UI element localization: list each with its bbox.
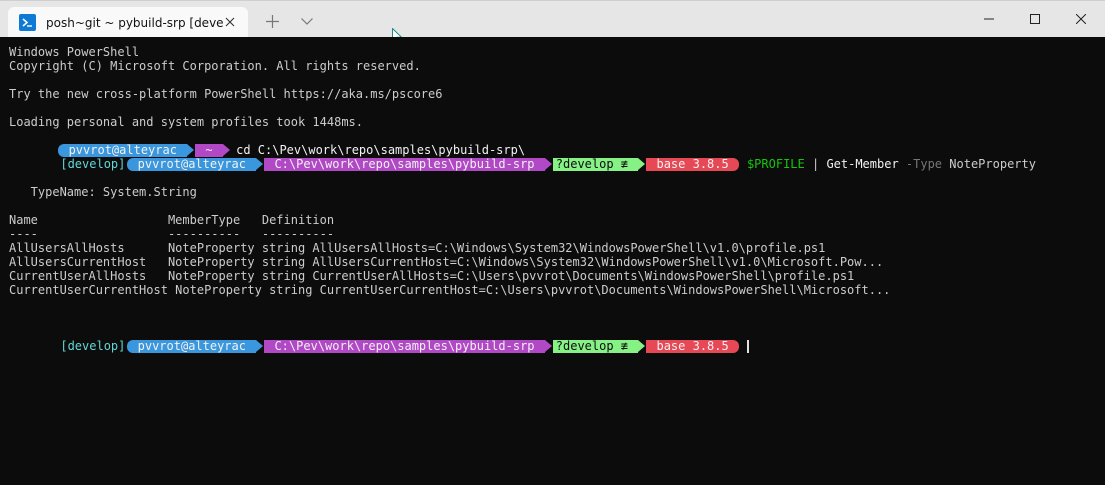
git-branch-label: [develop] bbox=[60, 339, 126, 353]
output-line: ---- ---------- ---------- bbox=[9, 227, 335, 241]
close-tab-icon[interactable] bbox=[222, 14, 238, 30]
minimize-button[interactable] bbox=[966, 1, 1012, 37]
minimize-icon bbox=[984, 18, 994, 20]
conda-env-segment: base 3.8.5 bbox=[646, 158, 739, 171]
prompt-dir-segment: C:\Pev\work\repo\samples\pybuild-srp bbox=[264, 157, 552, 171]
tab-title: posh~git ~ pybuild-srp [develop] bbox=[46, 15, 224, 30]
command-pipe: | bbox=[804, 157, 827, 171]
prompt-user: pvvrot@alteyrac bbox=[130, 157, 254, 171]
terminal-window: posh~git ~ pybuild-srp [develop] Windows… bbox=[0, 0, 1105, 485]
conda-env: base 3.8.5 bbox=[649, 157, 736, 171]
prompt-user-segment: pvvrot@alteyrac bbox=[127, 157, 264, 171]
output-line: CurrentUserAllHosts NoteProperty string … bbox=[9, 269, 855, 283]
git-status: ?develop ≢ bbox=[555, 339, 636, 353]
output-line: AllUsersAllHosts NoteProperty string All… bbox=[9, 241, 826, 255]
banner-line: Windows PowerShell bbox=[9, 45, 140, 59]
prompt-dir: C:\Pev\work\repo\samples\pybuild-srp bbox=[267, 157, 542, 171]
powershell-icon bbox=[19, 14, 36, 31]
output-line: CurrentUserCurrentHost NoteProperty stri… bbox=[9, 283, 891, 297]
output-line: Name MemberType Definition bbox=[9, 213, 335, 227]
terminal-output[interactable]: Windows PowerShell Copyright (C) Microso… bbox=[0, 37, 1105, 485]
conda-env: base 3.8.5 bbox=[649, 339, 736, 353]
prompt-user-segment: pvvrot@alteyrac bbox=[127, 339, 264, 353]
text-cursor bbox=[746, 340, 749, 353]
prompt-user: pvvrot@alteyrac bbox=[130, 339, 254, 353]
prompt-dir-segment: C:\Pev\work\repo\samples\pybuild-srp bbox=[264, 339, 552, 353]
close-window-button[interactable] bbox=[1058, 1, 1104, 37]
chevron-down-icon[interactable] bbox=[297, 11, 317, 31]
command-parameter: -Type bbox=[898, 157, 943, 171]
banner-line: Loading personal and system profiles too… bbox=[9, 115, 364, 129]
git-branch-label: [develop] bbox=[60, 157, 126, 171]
banner-line: Copyright (C) Microsoft Corporation. All… bbox=[9, 59, 421, 73]
output-line: TypeName: System.String bbox=[9, 185, 197, 199]
prompt-dir: C:\Pev\work\repo\samples\pybuild-srp bbox=[267, 339, 542, 353]
tab-posh-git[interactable]: posh~git ~ pybuild-srp [develop] bbox=[8, 7, 248, 38]
maximize-icon bbox=[1030, 14, 1040, 24]
maximize-button[interactable] bbox=[1012, 1, 1058, 37]
new-tab-icon[interactable] bbox=[262, 11, 282, 31]
command-argument: NoteProperty bbox=[942, 157, 1036, 171]
banner-line: Try the new cross-platform PowerShell ht… bbox=[9, 87, 443, 101]
prompt-line-3: [develop] pvvrot@alteyrac C:\Pev\work\re… bbox=[9, 325, 749, 353]
git-status-segment: ?develop ≢ bbox=[552, 157, 646, 171]
output-line: AllUsersCurrentHost NoteProperty string … bbox=[9, 255, 884, 269]
git-status-segment: ?develop ≢ bbox=[552, 339, 646, 353]
title-bar: posh~git ~ pybuild-srp [develop] bbox=[0, 0, 1105, 45]
prompt-line-1: pvvrot@alteyrac ~ cd C:\Pev\work\repo\sa… bbox=[9, 129, 525, 157]
command-variable: $PROFILE bbox=[746, 157, 805, 171]
command-name: Get-Member bbox=[826, 157, 899, 171]
conda-env-segment: base 3.8.5 bbox=[646, 340, 739, 353]
git-status: ?develop ≢ bbox=[555, 157, 636, 171]
close-icon bbox=[1076, 14, 1086, 24]
prompt-line-2: [develop] pvvrot@alteyrac C:\Pev\work\re… bbox=[9, 143, 1036, 171]
